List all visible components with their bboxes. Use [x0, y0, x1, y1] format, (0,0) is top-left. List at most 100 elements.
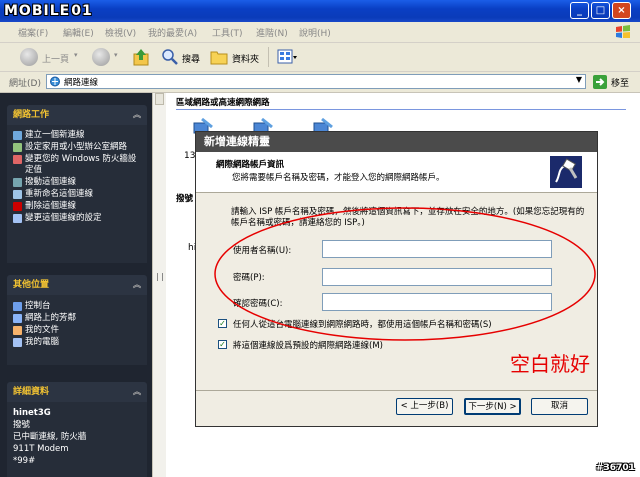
folders-icon[interactable] — [210, 49, 228, 65]
search-button-label[interactable]: 搜尋 — [182, 52, 200, 65]
other-place-item-label: 網路上的芳鄰 — [25, 313, 77, 323]
cancel-button[interactable]: 取消 — [531, 398, 588, 415]
network-task-item[interactable]: 刪除這個連線 — [7, 200, 147, 212]
details-line: 911T Modem — [13, 444, 69, 454]
address-label: 網址(D) — [9, 79, 41, 89]
details-panel: hinet3G 撥號 已中斷連線, 防火牆 911T Modem *99# — [7, 402, 147, 477]
minimize-button[interactable]: _ — [570, 2, 589, 19]
annotation-text: 空白就好 — [510, 352, 590, 376]
modem-cable-icon — [550, 156, 582, 188]
task-pane: 網路工作 ︽ 建立一個新連線設定家用或小型辦公室網路 變更您的 Windows 防… — [0, 93, 152, 477]
go-arrow-icon[interactable] — [593, 75, 607, 89]
network-task-item[interactable]: 撥動這個連線 — [7, 176, 147, 188]
section-divider — [176, 109, 626, 110]
other-place-item-label: 我的電腦 — [25, 337, 60, 347]
menu-help[interactable]: 說明(H) — [299, 26, 331, 39]
network-task-item[interactable]: 建立一個新連線 — [7, 129, 147, 141]
other-places-list: 控制台網路上的芳鄰 我的文件我的電腦 — [7, 295, 147, 365]
other-place-item[interactable]: 我的文件 — [7, 324, 147, 336]
network-connections-icon — [50, 76, 60, 87]
address-input[interactable]: 網路連線 ▼ — [46, 74, 586, 89]
menu-advanced[interactable]: 進階(N) — [256, 26, 288, 39]
network-task-item-label: 建立一個新連線 — [25, 130, 85, 140]
network-task-item-icon — [13, 143, 22, 152]
details-header[interactable]: 詳細資料 ︽ — [7, 382, 147, 402]
back-arrow-icon[interactable] — [20, 48, 38, 66]
network-task-item-icon — [13, 131, 22, 140]
details-connection-name: hinet3G — [13, 408, 51, 418]
dialog-header: 網際網路帳戶資訊 您將需要帳戶名稱及密碼，才能登入您的網際網路帳戶。 — [196, 152, 597, 193]
maximize-button[interactable]: □ — [591, 2, 610, 19]
collapse-chevron-icon[interactable]: ︽ — [133, 105, 141, 125]
go-button-label[interactable]: 移至 — [611, 76, 629, 89]
other-place-item-icon — [13, 314, 22, 323]
connection-label: 13 — [184, 151, 196, 161]
mobile01-logo: MOBILE 01 — [4, 3, 93, 19]
other-place-item[interactable]: 控制台 — [7, 300, 147, 312]
scroll-up-icon[interactable] — [155, 93, 164, 105]
header-title: 網際網路帳戶資訊 — [216, 160, 285, 170]
toolbar-separator — [268, 47, 269, 67]
address-dropdown-icon[interactable]: ▼ — [576, 75, 582, 84]
network-tasks-list: 建立一個新連線設定家用或小型辦公室網路 變更您的 Windows 防火牆設定值 撥動… — [7, 125, 147, 263]
menu-favorites[interactable]: 我的最愛(A) — [148, 26, 197, 39]
network-task-item-icon — [13, 202, 22, 211]
other-place-item-label: 我的文件 — [25, 325, 60, 335]
dialog-title: 新增連線精靈 — [196, 132, 597, 152]
address-value: 網路連線 — [64, 78, 99, 88]
network-task-item[interactable]: 變更您的 Windows 防火牆設定值 — [7, 153, 147, 176]
folders-button-label[interactable]: 資料夾 — [232, 52, 259, 65]
title-bar: MOBILE 01 _ □ × — [0, 0, 640, 22]
other-place-item[interactable]: 網路上的芳鄰 — [7, 312, 147, 324]
network-task-item-icon — [13, 190, 22, 199]
network-task-item-label: 刪除這個連線 — [25, 201, 77, 211]
network-task-item[interactable]: 變更這個連線的設定 — [7, 212, 147, 224]
views-icon[interactable] — [277, 49, 297, 65]
forward-dropdown-icon[interactable]: ▾ — [114, 51, 118, 59]
network-task-item-icon — [13, 155, 22, 164]
annotation-ellipse — [214, 207, 596, 341]
splitter-grip-icon[interactable] — [157, 273, 163, 281]
other-place-item-icon — [13, 338, 22, 347]
collapse-chevron-icon[interactable]: ︽ — [133, 382, 141, 402]
other-places-header[interactable]: 其他位置 ︽ — [7, 275, 147, 295]
close-button[interactable]: × — [612, 2, 631, 19]
collapse-chevron-icon[interactable]: ︽ — [133, 275, 141, 295]
menu-tools[interactable]: 工具(T) — [212, 26, 243, 39]
network-task-item[interactable]: 重新命名這個連線 — [7, 188, 147, 200]
pane-splitter[interactable] — [152, 93, 166, 477]
menu-edit[interactable]: 編輯(E) — [63, 26, 94, 39]
network-task-item-label: 撥動這個連線 — [25, 177, 77, 187]
dialog-footer-divider — [196, 390, 597, 391]
menu-file[interactable]: 檔案(F) — [18, 26, 48, 39]
details-line: 撥號 — [13, 420, 31, 430]
network-task-item-icon — [13, 178, 22, 187]
network-task-item-icon — [13, 214, 22, 223]
watermark: #36701 — [596, 463, 635, 473]
windows-flag-icon — [616, 25, 630, 38]
search-icon[interactable] — [161, 48, 179, 66]
network-task-item-label: 變更這個連線的設定 — [25, 213, 102, 223]
details-line: 已中斷連線, 防火牆 — [13, 432, 87, 442]
network-task-item-label: 重新命名這個連線 — [25, 189, 94, 199]
menu-view[interactable]: 檢視(V) — [105, 26, 136, 39]
back-button-label[interactable]: 上一頁 — [42, 52, 69, 65]
other-place-item-icon — [13, 302, 22, 311]
network-task-item[interactable]: 設定家用或小型辦公室網路 — [7, 141, 147, 153]
other-place-item[interactable]: 我的電腦 — [7, 336, 147, 348]
forward-arrow-icon[interactable] — [92, 48, 110, 66]
network-tasks-header[interactable]: 網路工作 ︽ — [7, 105, 147, 125]
toolbar: 上一頁 ▾ ▾ 搜尋 資料夾 — [0, 43, 640, 72]
header-subtitle: 您將需要帳戶名稱及密碼，才能登入您的網際網路帳戶。 — [232, 173, 445, 183]
address-bar: 網址(D) 網路連線 ▼ 移至 — [0, 72, 640, 93]
up-folder-icon[interactable] — [133, 48, 149, 66]
section-dialup-header: 撥號 — [176, 194, 194, 204]
menu-bar: 檔案(F) 編輯(E) 檢視(V) 我的最愛(A) 工具(T) 進階(N) 說明… — [0, 22, 640, 43]
network-task-item-label: 設定家用或小型辦公室網路 — [25, 142, 128, 152]
other-place-item-icon — [13, 326, 22, 335]
back-dropdown-icon[interactable]: ▾ — [74, 51, 78, 59]
details-line: *99# — [13, 456, 36, 466]
next-button[interactable]: 下一步(N) > — [464, 398, 521, 415]
back-button[interactable]: < 上一步(B) — [396, 398, 453, 415]
other-place-item-label: 控制台 — [25, 301, 51, 311]
